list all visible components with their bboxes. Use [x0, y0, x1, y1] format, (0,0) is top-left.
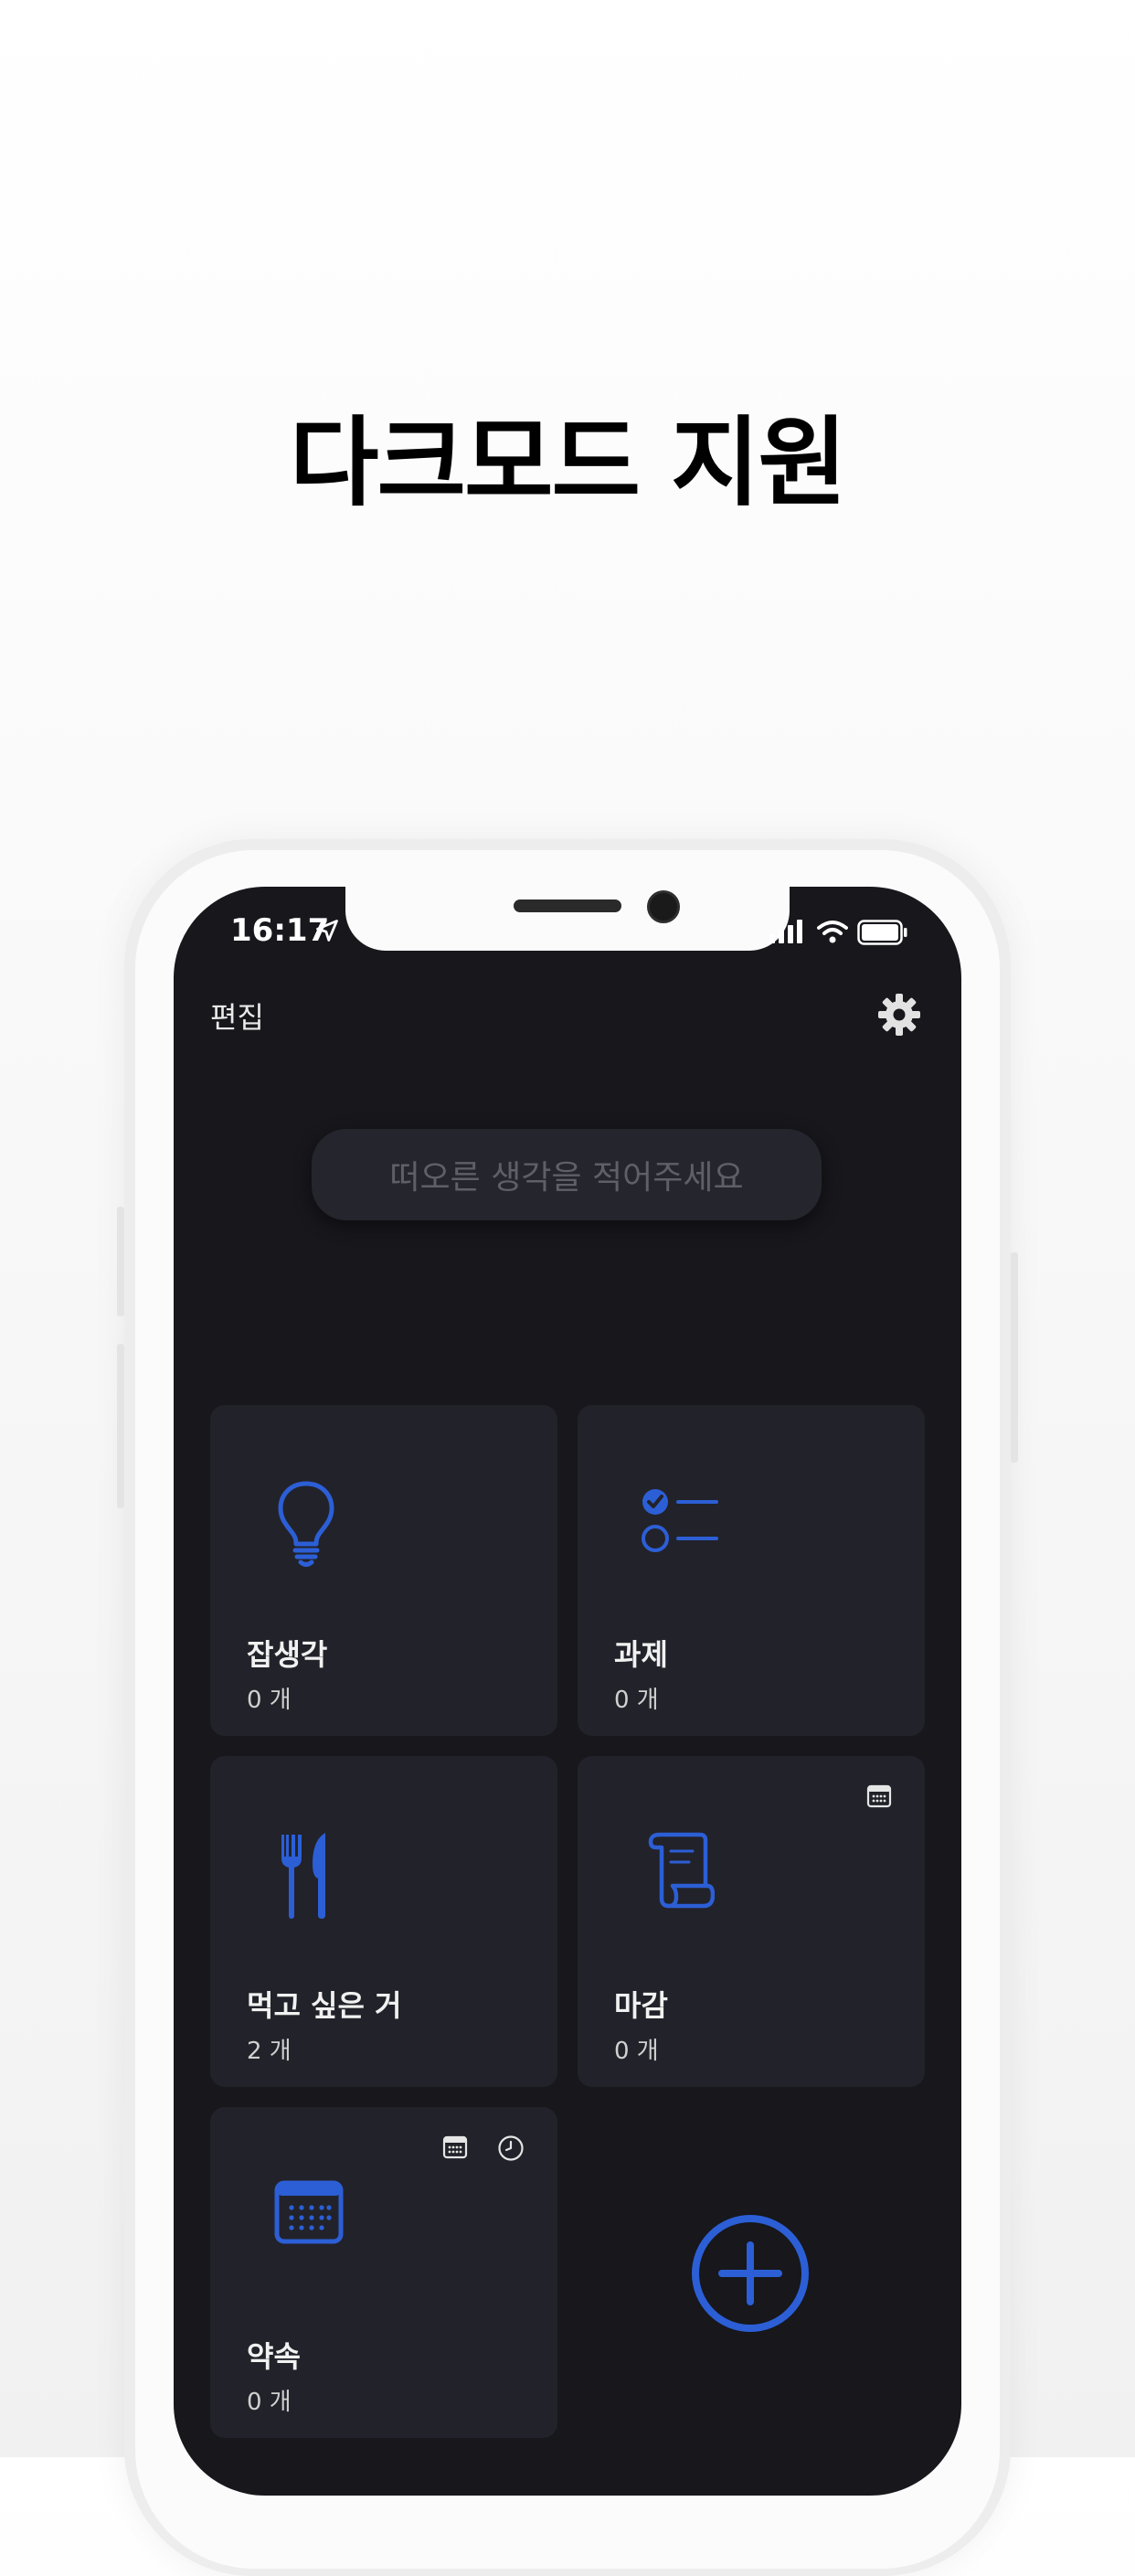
location-arrow-icon	[316, 920, 338, 942]
card-count: 2 개	[247, 2038, 292, 2065]
power-button	[1011, 1252, 1018, 1463]
card-count: 0 개	[247, 1687, 292, 1714]
app-screen: 16:17 편집 떠오른 생각을 적어주세요 잡생각 0 개 과제 0 개 먹고…	[174, 887, 961, 2496]
card-count: 0 개	[614, 2038, 659, 2065]
card-count: 0 개	[247, 2389, 292, 2416]
volume-button	[117, 1344, 124, 1508]
thought-input[interactable]: 떠오른 생각을 적어주세요	[312, 1129, 822, 1220]
calendar-icon	[866, 1784, 892, 1808]
clock-icon	[498, 2135, 524, 2161]
add-category-button[interactable]	[691, 2214, 810, 2333]
category-card-tasks[interactable]: 과제 0 개	[578, 1405, 925, 1736]
notch	[345, 887, 790, 951]
card-count: 0 개	[614, 1687, 659, 1714]
card-title: 과제	[614, 1637, 668, 1672]
page-headline: 다크모드 지원	[289, 407, 847, 519]
signal-icon	[769, 920, 802, 943]
scroll-icon	[648, 1832, 715, 1909]
calendar-icon	[442, 2135, 468, 2159]
card-title: 마감	[614, 1988, 668, 2023]
category-card-appointment[interactable]: 약속 0 개	[210, 2107, 557, 2438]
edit-button[interactable]: 편집	[210, 995, 264, 1037]
speaker	[514, 899, 621, 912]
volume-button	[117, 1207, 124, 1316]
card-title: 약속	[247, 2339, 301, 2374]
lightbulb-icon	[278, 1481, 334, 1567]
category-card-deadline[interactable]: 마감 0 개	[578, 1756, 925, 2087]
fork-knife-icon	[281, 1833, 325, 1919]
category-card-food[interactable]: 먹고 싶은 거 2 개	[210, 1756, 557, 2087]
category-card-thoughts[interactable]: 잡생각 0 개	[210, 1405, 557, 1736]
calendar-icon	[274, 2180, 344, 2244]
card-title: 잡생각	[247, 1637, 328, 1672]
camera	[647, 890, 680, 923]
gear-icon[interactable]	[877, 993, 921, 1037]
wifi-icon	[817, 921, 848, 943]
card-title: 먹고 싶은 거	[247, 1988, 402, 2023]
checklist-icon	[642, 1489, 718, 1552]
battery-icon	[857, 920, 907, 945]
